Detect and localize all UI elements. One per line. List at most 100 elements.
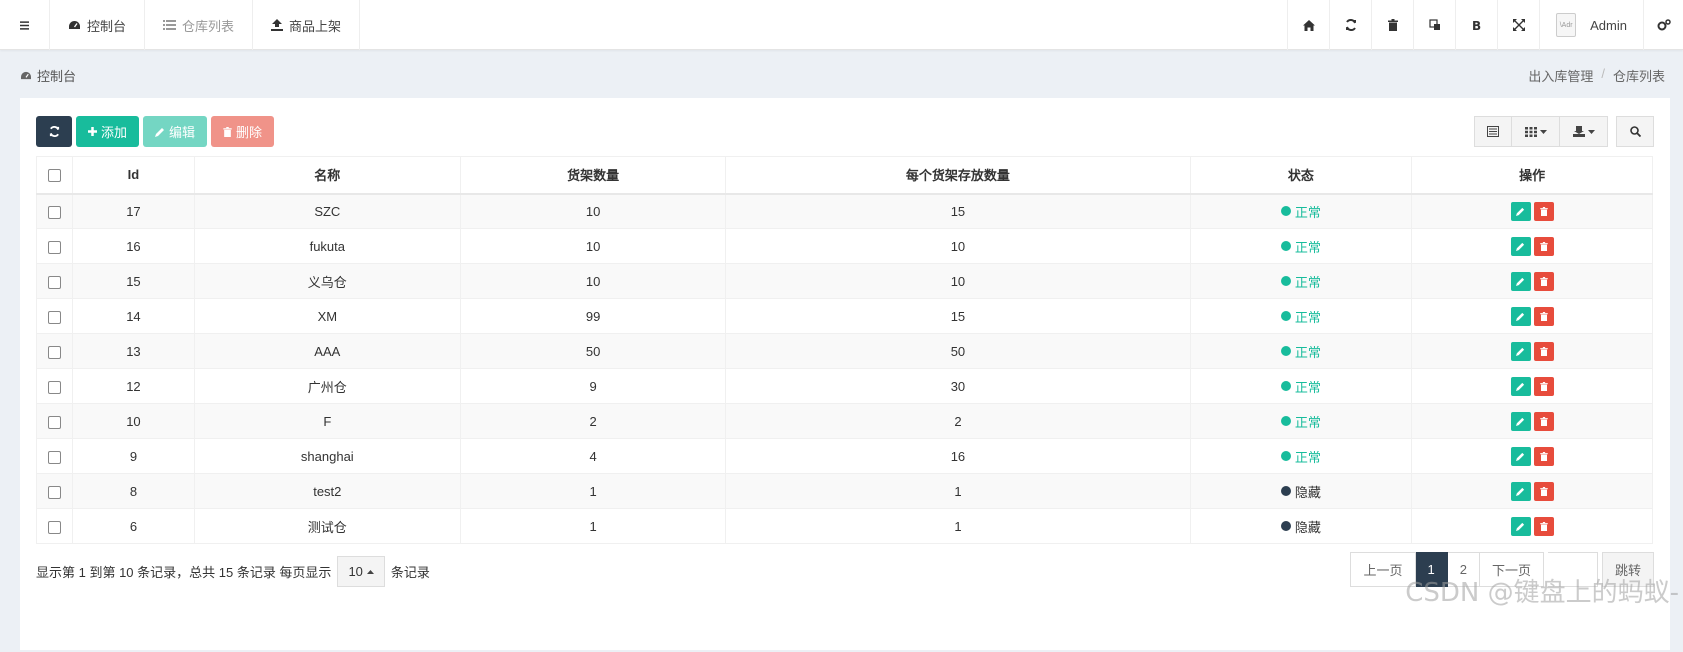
row-edit-button[interactable]	[1510, 271, 1531, 291]
row-delete-button[interactable]	[1533, 446, 1554, 466]
row-checkbox[interactable]	[48, 520, 62, 534]
status-dot-icon	[1280, 311, 1291, 321]
watermark: CSDN @键盘上的蚂蚁-	[1405, 578, 1679, 608]
top-navbar: 控制台 仓库列表 商品上架 B \Adr Admin	[0, 0, 1683, 50]
cell-shelves: 50	[459, 333, 727, 369]
cell-id: 12	[72, 368, 195, 404]
column-header-id[interactable]: Id	[72, 156, 195, 195]
status-label: 正常	[1294, 414, 1321, 430]
pagination-suffix: 条记录	[390, 565, 430, 580]
table-row: 12 广州仓 9 30 正常	[35, 368, 1653, 404]
row-delete-button[interactable]	[1533, 481, 1554, 501]
cell-actions	[1411, 508, 1653, 544]
row-select-cell	[35, 298, 74, 334]
row-checkbox[interactable]	[48, 380, 62, 394]
row-select-cell	[35, 438, 74, 474]
row-edit-button[interactable]	[1510, 516, 1531, 536]
row-delete-button[interactable]	[1533, 341, 1554, 361]
row-delete-button[interactable]	[1533, 306, 1554, 326]
bitcoin-button[interactable]: B	[1455, 0, 1497, 50]
breadcrumb-item-warehouse-list: 仓库列表	[1612, 69, 1665, 84]
home-button[interactable]	[1287, 0, 1329, 50]
row-checkbox[interactable]	[48, 485, 62, 499]
cell-per-shelf: 1	[725, 508, 1191, 544]
cell-name: XM	[193, 298, 461, 334]
row-delete-button[interactable]	[1533, 516, 1554, 536]
row-checkbox[interactable]	[48, 450, 62, 464]
caret-down-icon	[1539, 129, 1547, 134]
row-edit-button[interactable]	[1510, 201, 1531, 221]
row-checkbox[interactable]	[48, 415, 62, 429]
cell-actions	[1411, 403, 1653, 439]
status-dot-icon	[1280, 206, 1291, 217]
tab-warehouse-list-label: 仓库列表	[182, 18, 235, 34]
row-delete-button[interactable]	[1533, 271, 1554, 291]
columns-dropdown-button[interactable]	[1512, 116, 1560, 147]
cell-status: 正常	[1189, 263, 1413, 299]
row-checkbox[interactable]	[48, 240, 62, 254]
cell-per-shelf: 15	[725, 298, 1191, 334]
breadcrumb-item-inout[interactable]: 出入库管理	[1528, 66, 1593, 85]
table-refresh-button[interactable]	[36, 116, 72, 147]
settings-button[interactable]	[1643, 0, 1683, 50]
cell-name: fukuta	[193, 228, 461, 264]
cell-actions	[1411, 228, 1653, 264]
toggle-view-button[interactable]	[1474, 116, 1512, 147]
row-delete-button[interactable]	[1533, 376, 1554, 396]
row-edit-button[interactable]	[1510, 446, 1531, 466]
row-checkbox[interactable]	[48, 310, 62, 324]
breadcrumb-separator: /	[1601, 66, 1605, 81]
search-icon	[1629, 126, 1641, 137]
cell-name: shanghai	[193, 438, 461, 474]
cell-shelves: 10	[459, 193, 727, 229]
page-size-select[interactable]: 10	[337, 556, 385, 587]
row-edit-button[interactable]	[1510, 236, 1531, 256]
export-dropdown-button[interactable]	[1560, 116, 1608, 147]
row-delete-button[interactable]	[1533, 411, 1554, 431]
cell-name: 广州仓	[193, 368, 461, 404]
add-button[interactable]: 添加	[76, 116, 140, 147]
columns-icon	[1524, 126, 1537, 137]
row-checkbox[interactable]	[48, 275, 62, 289]
menu-toggle-button[interactable]	[0, 0, 50, 50]
row-checkbox[interactable]	[48, 205, 62, 219]
cell-per-shelf: 1	[725, 473, 1191, 509]
status-dot-icon	[1280, 346, 1291, 356]
row-edit-button[interactable]	[1510, 376, 1531, 396]
search-button[interactable]	[1616, 116, 1654, 147]
fullscreen-button[interactable]	[1497, 0, 1539, 50]
row-select-cell	[35, 193, 74, 229]
clear-cache-button[interactable]	[1371, 0, 1413, 50]
tab-dashboard[interactable]: 控制台	[50, 0, 146, 50]
cell-per-shelf: 50	[725, 333, 1191, 369]
edit-button[interactable]: 编辑	[143, 116, 208, 147]
tab-warehouse-list[interactable]: 仓库列表	[145, 0, 254, 50]
status-label: 正常	[1294, 239, 1321, 255]
row-delete-button[interactable]	[1533, 236, 1554, 256]
status-badge: 正常	[1280, 272, 1321, 291]
column-header-shelves[interactable]: 货架数量	[459, 156, 727, 195]
row-edit-button[interactable]	[1510, 481, 1531, 501]
delete-button[interactable]: 删除	[211, 116, 275, 147]
tab-product-listing[interactable]: 商品上架	[253, 0, 361, 50]
page-title-label: 控制台	[37, 69, 77, 84]
row-checkbox[interactable]	[48, 345, 62, 359]
status-label: 正常	[1294, 449, 1321, 465]
user-menu[interactable]: \Adr Admin	[1539, 0, 1643, 50]
pencil-icon	[1516, 382, 1525, 391]
row-edit-button[interactable]	[1510, 341, 1531, 361]
row-edit-button[interactable]	[1510, 411, 1531, 431]
column-header-per-shelf[interactable]: 每个货架存放数量	[725, 156, 1191, 195]
row-edit-button[interactable]	[1510, 306, 1531, 326]
status-dot-icon	[1280, 416, 1291, 426]
refresh-button[interactable]	[1329, 0, 1371, 50]
delete-button-label: 删除	[236, 125, 263, 140]
cell-shelves: 99	[459, 298, 727, 334]
language-button[interactable]	[1413, 0, 1455, 50]
row-select-cell	[35, 228, 74, 264]
select-all-checkbox[interactable]	[48, 169, 62, 183]
column-header-name[interactable]: 名称	[193, 156, 461, 195]
row-delete-button[interactable]	[1533, 201, 1554, 221]
column-header-status[interactable]: 状态	[1189, 156, 1413, 195]
cell-id: 15	[72, 263, 195, 299]
